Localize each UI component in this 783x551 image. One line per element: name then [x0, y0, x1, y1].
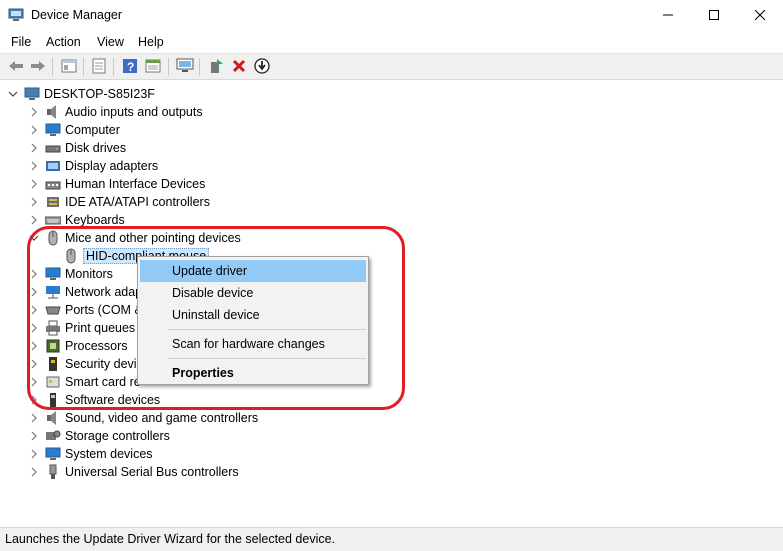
monitor-icon [45, 122, 61, 138]
tree-root-label: DESKTOP-S85I23F [44, 87, 155, 101]
close-icon [754, 9, 766, 23]
status-text: Launches the Update Driver Wizard for th… [5, 532, 336, 546]
tree-category-label: Sound, video and game controllers [65, 411, 259, 425]
menu-separator [168, 358, 366, 359]
toolbar-separator [83, 58, 84, 76]
tree-category-label: Display adapters [65, 159, 159, 173]
close-button[interactable] [737, 0, 783, 31]
speaker-icon [45, 410, 61, 426]
menu-action[interactable]: Action [46, 35, 81, 49]
tree-category-label: Keyboards [65, 213, 125, 227]
chevron-right-icon[interactable] [27, 211, 41, 229]
menu-separator [168, 329, 366, 330]
view-icon [145, 58, 161, 77]
tree-category-label: IDE ATA/ATAPI controllers [65, 195, 210, 209]
ide-icon [45, 194, 61, 210]
chevron-right-icon[interactable] [27, 463, 41, 481]
computer-icon [24, 86, 40, 102]
tree-category[interactable]: System devices [27, 445, 153, 463]
menu-help[interactable]: Help [138, 35, 164, 49]
chevron-right-icon[interactable] [27, 427, 41, 445]
help-button[interactable]: ? [120, 57, 140, 77]
tree-category-label: Disk drives [65, 141, 127, 155]
update-driver-icon [208, 58, 224, 77]
status-bar: Launches the Update Driver Wizard for th… [0, 527, 783, 551]
chevron-right-icon[interactable] [27, 409, 41, 427]
chevron-down-icon[interactable] [6, 85, 20, 103]
tree-category[interactable]: Universal Serial Bus controllers [27, 463, 239, 481]
menu-item-update-driver[interactable]: Update driver [140, 260, 366, 282]
window-title: Device Manager [31, 8, 123, 22]
chevron-right-icon[interactable] [27, 121, 41, 139]
minimize-icon [663, 9, 673, 23]
menu-file[interactable]: File [11, 35, 31, 49]
update-driver-button[interactable] [206, 57, 226, 77]
menu-item-properties[interactable]: Properties [140, 362, 366, 384]
tree-category[interactable]: Computer [27, 121, 120, 139]
scan-hardware-button[interactable] [175, 57, 195, 77]
menu-item-disable-device[interactable]: Disable device [140, 282, 366, 304]
menu-item-uninstall-device[interactable]: Uninstall device [140, 304, 366, 326]
chevron-right-icon[interactable] [27, 175, 41, 193]
back-icon [8, 59, 24, 76]
tree-category-label: System devices [65, 447, 153, 461]
download-icon [254, 57, 270, 77]
view-button[interactable] [143, 57, 163, 77]
tree-category[interactable]: Storage controllers [27, 427, 170, 445]
toolbar-separator [52, 58, 53, 76]
tree-category[interactable]: Display adapters [27, 157, 158, 175]
hid-icon [45, 176, 61, 192]
chevron-right-icon[interactable] [27, 103, 41, 121]
title-bar: Device Manager [0, 0, 783, 31]
display-adapter-icon [45, 158, 61, 174]
menu-view[interactable]: View [97, 35, 124, 49]
uninstall-button[interactable] [229, 57, 249, 77]
maximize-icon [709, 9, 719, 23]
tree-category-label: Universal Serial Bus controllers [65, 465, 239, 479]
minimize-button[interactable] [645, 0, 691, 31]
tree-category[interactable]: Disk drives [27, 139, 126, 157]
tree-category-label: Storage controllers [65, 429, 170, 443]
chevron-right-icon[interactable] [27, 193, 41, 211]
device-manager-icon [8, 8, 24, 22]
chevron-right-icon[interactable] [27, 157, 41, 175]
properties-icon [91, 58, 107, 77]
tree-category[interactable]: Human Interface Devices [27, 175, 205, 193]
speaker-icon [45, 104, 61, 120]
svg-text:?: ? [127, 60, 134, 74]
chevron-right-icon[interactable] [27, 445, 41, 463]
disk-icon [45, 140, 61, 156]
toolbar-separator [199, 58, 200, 76]
storage-icon [45, 428, 61, 444]
download-button[interactable] [252, 57, 272, 77]
tree-category[interactable]: Audio inputs and outputs [27, 103, 203, 121]
back-button[interactable] [6, 57, 26, 77]
scan-hardware-icon [176, 58, 194, 77]
tree-category[interactable]: IDE ATA/ATAPI controllers [27, 193, 210, 211]
usb-icon [45, 464, 61, 480]
menu-item-scan-hardware[interactable]: Scan for hardware changes [140, 333, 366, 355]
tree-category-label: Computer [65, 123, 120, 137]
tree-category-label: Human Interface Devices [65, 177, 206, 191]
menu-bar: File Action View Help [0, 31, 783, 53]
help-icon: ? [122, 58, 138, 77]
forward-button[interactable] [28, 57, 48, 77]
toolbar-separator [113, 58, 114, 76]
system-icon [45, 446, 61, 462]
tree-root[interactable]: DESKTOP-S85I23F [6, 85, 155, 103]
show-hide-button[interactable] [59, 57, 79, 77]
tree-category-label: Audio inputs and outputs [65, 105, 203, 119]
maximize-button[interactable] [691, 0, 737, 31]
uninstall-icon [232, 59, 246, 76]
context-menu: Update driver Disable device Uninstall d… [137, 256, 369, 385]
properties-button[interactable] [89, 57, 109, 77]
chevron-right-icon[interactable] [27, 139, 41, 157]
toolbar-separator [168, 58, 169, 76]
toolbar: ? [0, 53, 783, 80]
show-hide-icon [61, 58, 77, 77]
tree-category[interactable]: Sound, video and game controllers [27, 409, 258, 427]
forward-icon [30, 59, 46, 76]
